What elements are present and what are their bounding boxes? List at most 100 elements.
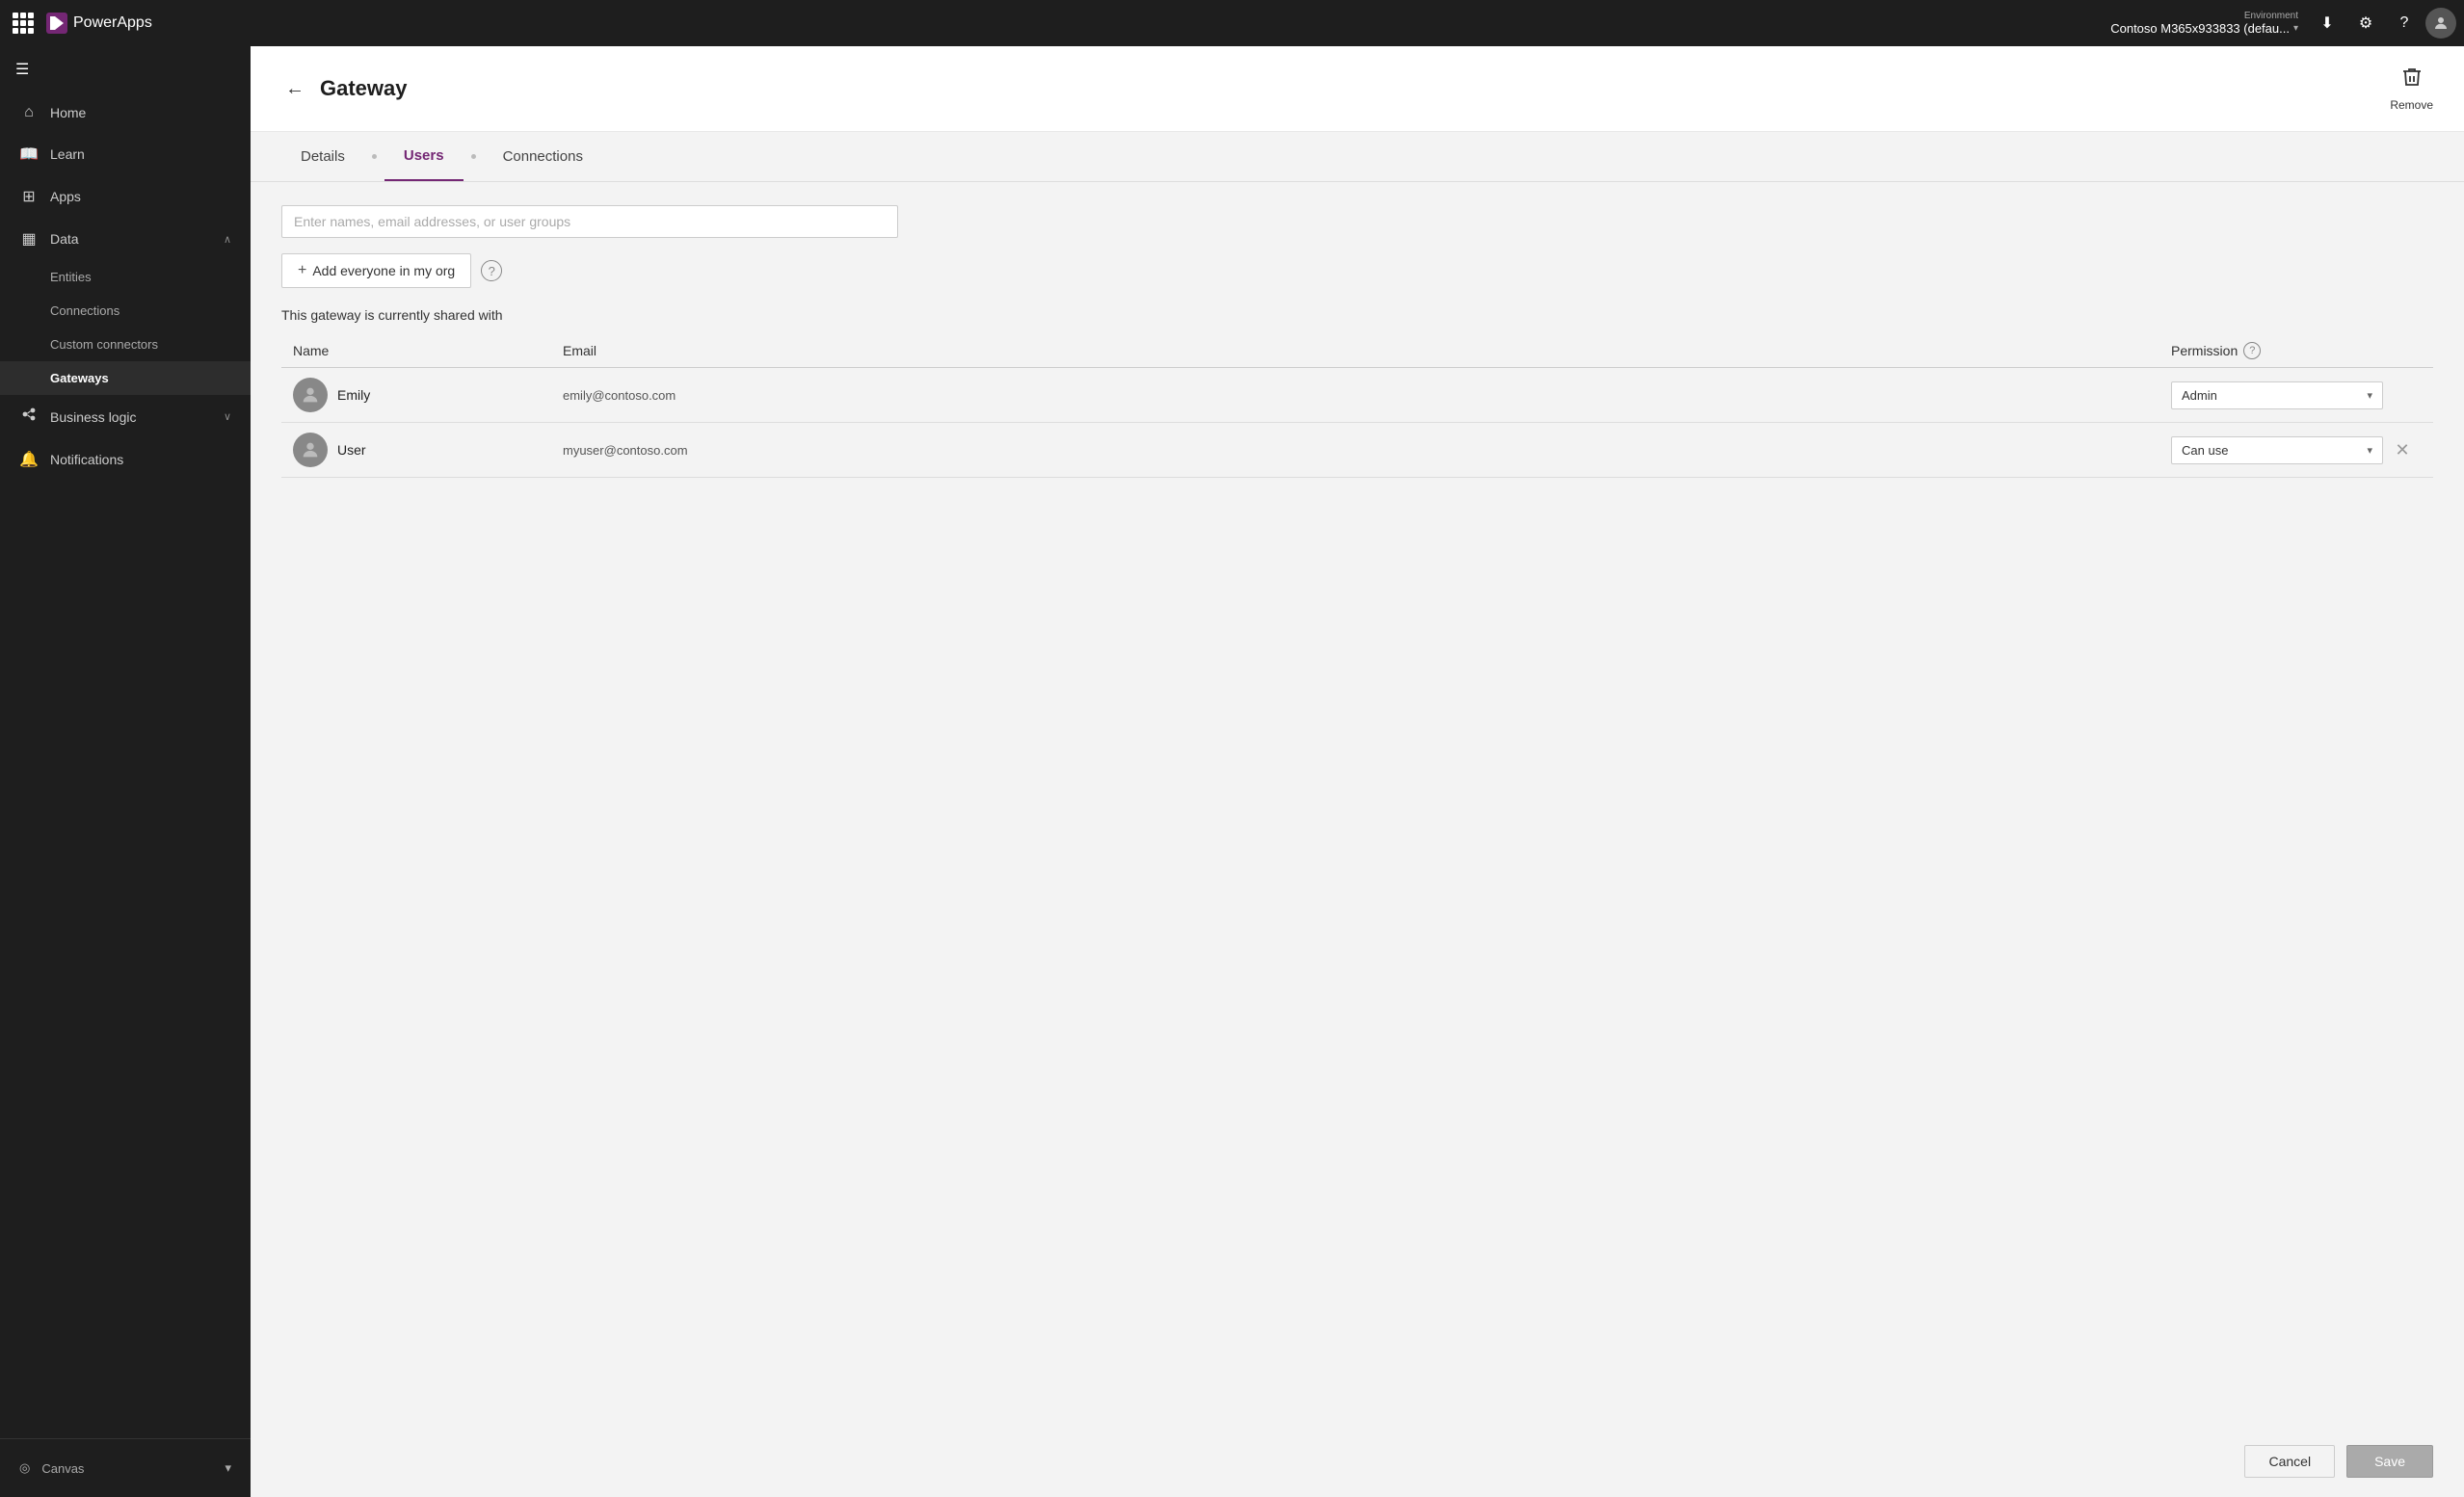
sidebar: ☰ ⌂ Home 📖 Learn ⊞ Apps ▦ Data ∧ Entitie… — [0, 46, 251, 1497]
topnav-left: PowerApps — [8, 8, 152, 39]
back-button[interactable]: ← — [281, 74, 308, 104]
environment-name: Contoso M365x933833 (defau... ▾ — [2110, 21, 2298, 36]
canvas-label: Canvas — [41, 1461, 84, 1476]
user-name-user: User — [337, 442, 366, 458]
environment-selector[interactable]: Environment Contoso M365x933833 (defau..… — [2110, 11, 2298, 36]
business-logic-icon — [19, 407, 39, 427]
add-everyone-row: + Add everyone in my org ? — [281, 253, 2433, 288]
table-header: Name Email Permission ? — [281, 334, 2433, 368]
help-button[interactable]: ? — [2387, 6, 2422, 40]
tab-users[interactable]: Users — [384, 132, 464, 181]
search-wrapper — [281, 205, 898, 238]
remove-button[interactable]: Remove — [2390, 66, 2433, 112]
permission-dropdown-user[interactable]: Can use ▾ — [2171, 436, 2383, 464]
sidebar-item-business-logic[interactable]: Business logic ∨ — [0, 395, 251, 438]
plus-icon: + — [298, 262, 306, 279]
permission-chevron-user: ▾ — [2367, 444, 2372, 457]
user-avatar-emily — [293, 378, 328, 412]
environment-label: Environment — [2244, 11, 2298, 21]
col-email-header: Email — [563, 343, 2171, 358]
sidebar-item-home[interactable]: ⌂ Home — [0, 92, 251, 133]
content-area: ← Gateway Remove Details Users — [251, 46, 2464, 1497]
home-icon: ⌂ — [19, 104, 39, 121]
table-row: Emily emily@contoso.com Admin ▾ ✕ — [281, 368, 2433, 423]
table-row: User myuser@contoso.com Can use ▾ ✕ — [281, 423, 2433, 478]
add-everyone-label: Add everyone in my org — [312, 263, 455, 278]
custom-connectors-label: Custom connectors — [50, 337, 158, 352]
notifications-icon: 🔔 — [19, 450, 39, 469]
sidebar-bottom-canvas[interactable]: ◎ Canvas ▾ — [0, 1451, 251, 1485]
logo-icon — [46, 13, 67, 34]
waffle-button[interactable] — [8, 8, 39, 39]
col-permission-header: Permission ? — [2171, 342, 2383, 359]
main-body: ☰ ⌂ Home 📖 Learn ⊞ Apps ▦ Data ∧ Entitie… — [0, 46, 2464, 1497]
sidebar-item-label: Data — [50, 231, 212, 247]
sidebar-hamburger[interactable]: ☰ — [0, 46, 251, 92]
permission-value-user: Can use — [2182, 443, 2228, 458]
entities-label: Entities — [50, 270, 92, 284]
apps-icon: ⊞ — [19, 187, 39, 206]
user-email-user: myuser@contoso.com — [563, 443, 2171, 458]
action-row: Cancel Save — [251, 1426, 2464, 1497]
sidebar-item-connections[interactable]: Connections — [0, 294, 251, 328]
page-header-left: ← Gateway — [281, 74, 408, 104]
tab-connections[interactable]: Connections — [484, 133, 602, 180]
sidebar-item-custom-connectors[interactable]: Custom connectors — [0, 328, 251, 361]
user-cell-emily: Emily — [293, 378, 563, 412]
sidebar-item-label: Notifications — [50, 452, 231, 467]
shared-table: Name Email Permission ? Emily — [281, 334, 2433, 478]
sidebar-item-label: Business logic — [50, 409, 212, 425]
avatar[interactable] — [2425, 8, 2456, 39]
trash-icon — [2400, 66, 2424, 94]
col-name-header: Name — [293, 343, 563, 358]
user-email-emily: emily@contoso.com — [563, 388, 2171, 403]
topnav-right: Environment Contoso M365x933833 (defau..… — [2110, 6, 2456, 40]
canvas-chevron-icon: ▾ — [225, 1460, 231, 1476]
environment-chevron-icon: ▾ — [2293, 23, 2298, 34]
remove-user-user[interactable]: ✕ — [2383, 440, 2422, 460]
sidebar-item-label: Apps — [50, 189, 231, 204]
app-name: PowerApps — [73, 14, 152, 32]
sidebar-item-learn[interactable]: 📖 Learn — [0, 133, 251, 175]
gateways-label: Gateways — [50, 371, 109, 385]
tab-bar: Details Users Connections — [251, 132, 2464, 182]
cancel-button[interactable]: Cancel — [2244, 1445, 2335, 1478]
sidebar-item-gateways[interactable]: Gateways — [0, 361, 251, 395]
add-everyone-button[interactable]: + Add everyone in my org — [281, 253, 471, 288]
user-avatar-user — [293, 433, 328, 467]
tab-separator-2 — [471, 154, 476, 159]
user-cell-user: User — [293, 433, 563, 467]
permission-dropdown-emily[interactable]: Admin ▾ — [2171, 381, 2383, 409]
search-input[interactable] — [294, 214, 886, 229]
sidebar-item-apps[interactable]: ⊞ Apps — [0, 175, 251, 218]
sidebar-item-label: Home — [50, 105, 231, 120]
data-chevron-icon: ∧ — [224, 233, 231, 246]
canvas-icon: ◎ — [19, 1460, 30, 1476]
tab-details[interactable]: Details — [281, 133, 364, 180]
waffle-icon — [13, 13, 34, 34]
learn-icon: 📖 — [19, 144, 39, 164]
sidebar-item-notifications[interactable]: 🔔 Notifications — [0, 438, 251, 481]
download-button[interactable]: ⬇ — [2310, 6, 2345, 40]
users-panel: + Add everyone in my org ? This gateway … — [251, 182, 2464, 1426]
data-icon: ▦ — [19, 229, 39, 249]
tab-separator-1 — [372, 154, 377, 159]
sidebar-bottom: ◎ Canvas ▾ — [0, 1438, 251, 1497]
sidebar-item-entities[interactable]: Entities — [0, 260, 251, 294]
page-title: Gateway — [320, 76, 408, 101]
business-logic-chevron-icon: ∨ — [224, 410, 231, 423]
sidebar-item-data[interactable]: ▦ Data ∧ — [0, 218, 251, 260]
app-logo[interactable]: PowerApps — [46, 13, 152, 34]
help-circle-icon[interactable]: ? — [481, 260, 502, 281]
permission-value-emily: Admin — [2182, 388, 2217, 403]
save-button[interactable]: Save — [2346, 1445, 2433, 1478]
user-name-emily: Emily — [337, 387, 370, 403]
permission-help-icon[interactable]: ? — [2243, 342, 2261, 359]
page-header: ← Gateway Remove — [251, 46, 2464, 132]
sidebar-item-label: Learn — [50, 146, 231, 162]
remove-label: Remove — [2390, 98, 2433, 112]
shared-with-text: This gateway is currently shared with — [281, 307, 2433, 323]
connections-label: Connections — [50, 303, 119, 318]
permission-chevron-emily: ▾ — [2367, 389, 2372, 402]
settings-button[interactable]: ⚙ — [2348, 6, 2383, 40]
